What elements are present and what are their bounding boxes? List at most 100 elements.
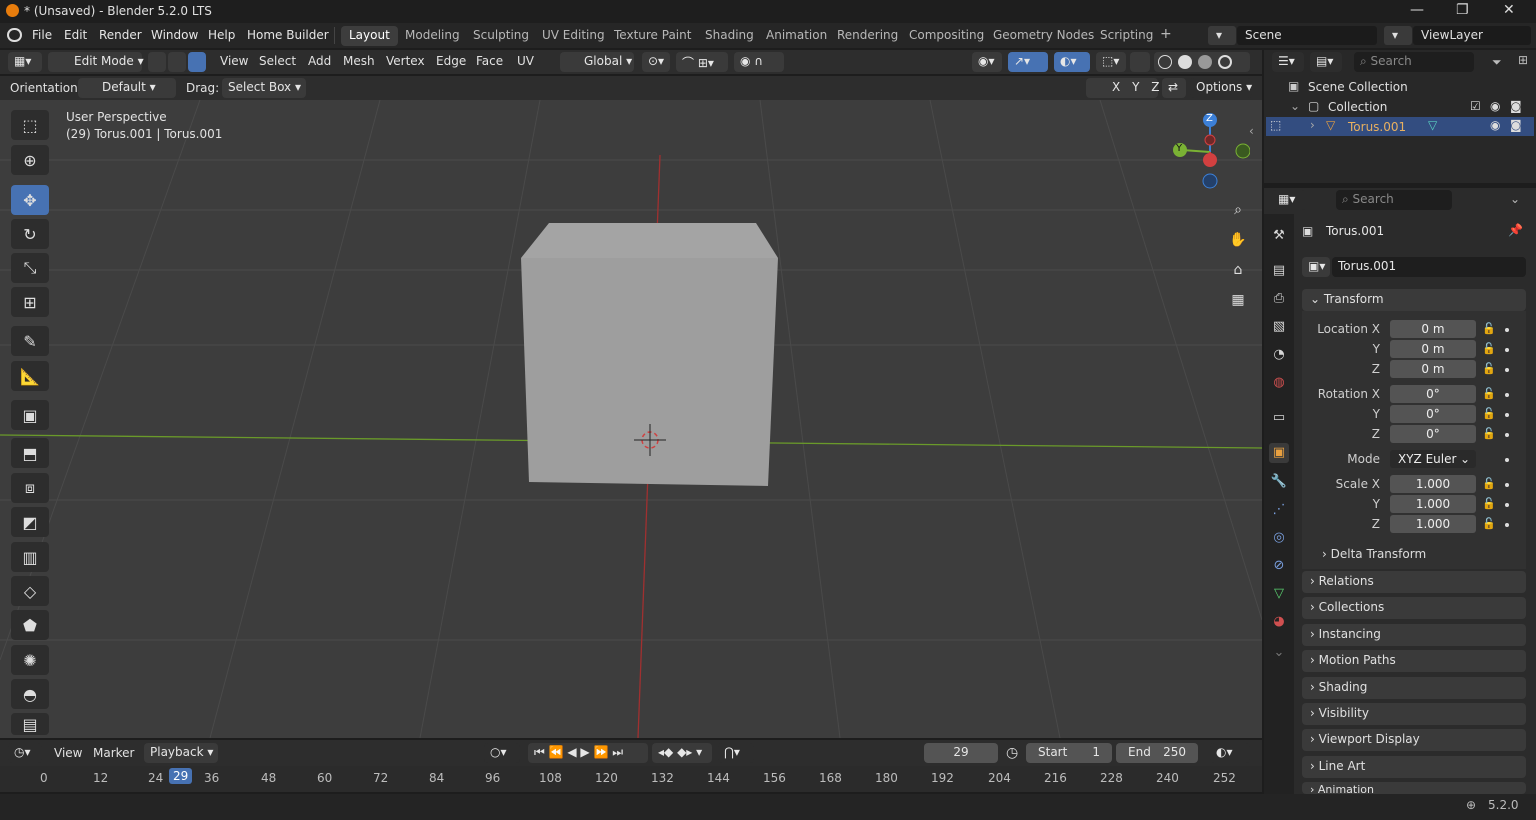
rendered-shading-icon[interactable] [1218, 55, 1232, 69]
rotate-tool-icon[interactable]: ↻ [11, 219, 49, 249]
outliner-search-input[interactable]: ⌕ Search [1354, 52, 1474, 72]
object-visibility-icon[interactable]: ◉ [1490, 118, 1500, 132]
keyframe-dot-icon[interactable] [1505, 393, 1509, 397]
scene-selector-icon[interactable]: ▾ [1208, 26, 1236, 45]
lock-icon[interactable]: 🔓 [1482, 362, 1496, 375]
menu-home-builder[interactable]: Home Builder [247, 28, 329, 42]
data-tab-icon[interactable]: ▽ [1269, 584, 1289, 604]
loop-cut-tool-icon[interactable]: ▥ [11, 542, 49, 572]
mode-dropdown[interactable]: Edit Mode ▾ [48, 52, 144, 72]
blender-menu-icon[interactable] [7, 28, 22, 42]
object-name-label[interactable]: Torus.001 [1348, 120, 1406, 134]
view-layer-tab-icon[interactable]: ▧ [1269, 317, 1289, 337]
lock-icon[interactable]: 🔓 [1482, 342, 1496, 355]
properties-editor-type-icon[interactable]: ▦▾ [1272, 190, 1306, 210]
motion-paths-panel[interactable]: › Motion Paths [1302, 650, 1526, 672]
output-tab-icon[interactable]: ⎙ [1269, 289, 1289, 309]
tab-geometry-nodes[interactable]: Geometry Nodes [985, 26, 1102, 46]
object-browse-icon[interactable]: ▣▾ [1302, 257, 1330, 277]
tab-shading[interactable]: Shading [697, 26, 762, 46]
keyframe-dot-icon[interactable] [1505, 458, 1509, 462]
menu-uv[interactable]: UV [517, 54, 534, 68]
scale-z-field[interactable]: 1.000 [1390, 515, 1476, 533]
world-tab-icon[interactable]: ◍ [1269, 373, 1289, 393]
tab-rendering[interactable]: Rendering [829, 26, 906, 46]
collection-render-icon[interactable]: ◙ [1510, 99, 1522, 113]
menu-help[interactable]: Help [208, 28, 235, 42]
material-shading-icon[interactable] [1198, 55, 1212, 69]
xray-icon[interactable] [1130, 52, 1150, 72]
sidebar-toggle-icon[interactable]: ‹ [1249, 124, 1254, 138]
collection-checkbox-icon[interactable]: ☑ [1470, 99, 1481, 113]
tool-tab-icon[interactable]: ⚒ [1269, 226, 1289, 246]
editor-type-icon[interactable]: ▦▾ [8, 52, 42, 72]
menu-window[interactable]: Window [151, 28, 198, 42]
physics-tab-icon[interactable]: ◎ [1269, 528, 1289, 548]
playback-dropdown[interactable]: Playback ▾ [144, 743, 218, 763]
auto-keying-icon[interactable]: ⋂▾ [718, 743, 754, 763]
timeline-menu-view[interactable]: View [54, 746, 82, 760]
tab-uv-editing[interactable]: UV Editing [534, 26, 613, 46]
shading-panel[interactable]: › Shading [1302, 677, 1526, 699]
lock-icon[interactable]: 🔓 [1482, 477, 1496, 490]
outliner-display-mode-icon[interactable]: ▤▾ [1310, 52, 1342, 72]
keyframe-dot-icon[interactable] [1505, 368, 1509, 372]
mirror-z[interactable]: Z [1151, 80, 1159, 94]
transform-orientation-dropdown[interactable]: Global ▾ [560, 52, 634, 72]
menu-vertex[interactable]: Vertex [386, 54, 425, 68]
vertex-select-icon[interactable] [148, 52, 166, 72]
mirror-y[interactable]: Y [1132, 80, 1139, 94]
measure-tool-icon[interactable]: 📐 [11, 361, 49, 391]
properties-search-input[interactable]: ⌕ Search [1336, 190, 1452, 210]
zoom-icon[interactable]: ⌕ [1226, 198, 1250, 222]
tab-layout[interactable]: Layout [341, 26, 398, 46]
cube-top-face[interactable] [521, 223, 778, 258]
location-z-field[interactable]: 0 m [1390, 360, 1476, 378]
lock-icon[interactable]: 🔓 [1482, 517, 1496, 530]
collections-panel[interactable]: › Collections [1302, 597, 1526, 619]
collection-tab-icon[interactable]: ▭ [1269, 408, 1289, 428]
minimize-button[interactable]: — [1410, 2, 1424, 18]
location-y-field[interactable]: 0 m [1390, 340, 1476, 358]
perspective-toggle-icon[interactable]: ▦ [1226, 288, 1250, 312]
outliner-editor-type-icon[interactable]: ☰▾ [1272, 52, 1304, 72]
particles-tab-icon[interactable]: ⋰ [1269, 500, 1289, 520]
animation-panel[interactable]: › Animation [1302, 782, 1526, 794]
tab-texture-paint[interactable]: Texture Paint [606, 26, 699, 46]
render-tab-icon[interactable]: ▤ [1269, 261, 1289, 281]
end-frame-field[interactable]: End 250 [1116, 743, 1198, 763]
collection-expand-icon[interactable]: ⌄ [1290, 99, 1300, 113]
gizmo-toggle-icon[interactable]: ↗▾ [1008, 52, 1048, 72]
proportional-edit-icon[interactable]: ◉ ∩ [734, 52, 784, 72]
move-tool-icon[interactable]: ✥ [11, 185, 49, 215]
pivot-icon[interactable]: ⊙▾ [642, 52, 670, 72]
keyframe-dot-icon[interactable] [1505, 348, 1509, 352]
menu-view[interactable]: View [220, 54, 248, 68]
keyframe-dot-icon[interactable] [1505, 503, 1509, 507]
new-collection-icon[interactable]: ⊞ [1518, 53, 1528, 67]
visibility-icon[interactable]: ◉▾ [972, 52, 1002, 72]
start-frame-field[interactable]: Start 1 [1026, 743, 1112, 763]
object-mode-icon[interactable]: ⬚ [1270, 118, 1281, 132]
transform-tool-icon[interactable]: ⊞ [11, 287, 49, 317]
timeline-editor-type-icon[interactable]: ◷▾ [8, 743, 42, 763]
scale-y-field[interactable]: 1.000 [1390, 495, 1476, 513]
maximize-button[interactable]: ❐ [1456, 2, 1469, 18]
location-x-field[interactable]: 0 m [1390, 320, 1476, 338]
navigation-gizmo[interactable] [1160, 108, 1250, 198]
lock-icon[interactable]: 🔓 [1482, 427, 1496, 440]
menu-file[interactable]: File [32, 28, 52, 42]
menu-add[interactable]: Add [308, 54, 331, 68]
edge-select-icon[interactable] [168, 52, 186, 72]
spin-tool-icon[interactable]: ✺ [11, 645, 49, 675]
lock-icon[interactable]: 🔓 [1482, 387, 1496, 400]
timeline-overlay-icon[interactable]: ◐▾ [1210, 743, 1250, 763]
rotation-y-field[interactable]: 0° [1390, 405, 1476, 423]
poly-build-tool-icon[interactable]: ⬟ [11, 610, 49, 640]
wireframe-shading-icon[interactable] [1158, 55, 1172, 69]
delta-transform-subpanel[interactable]: › Delta Transform [1322, 547, 1426, 561]
keyframe-jump-controls[interactable]: ◂◆ ◆▸ ▾ [652, 743, 712, 763]
relations-panel[interactable]: › Relations [1302, 571, 1526, 593]
line-art-panel[interactable]: › Line Art [1302, 756, 1526, 778]
3d-viewport[interactable]: User Perspective (29) Torus.001 | Torus.… [0, 100, 1262, 738]
